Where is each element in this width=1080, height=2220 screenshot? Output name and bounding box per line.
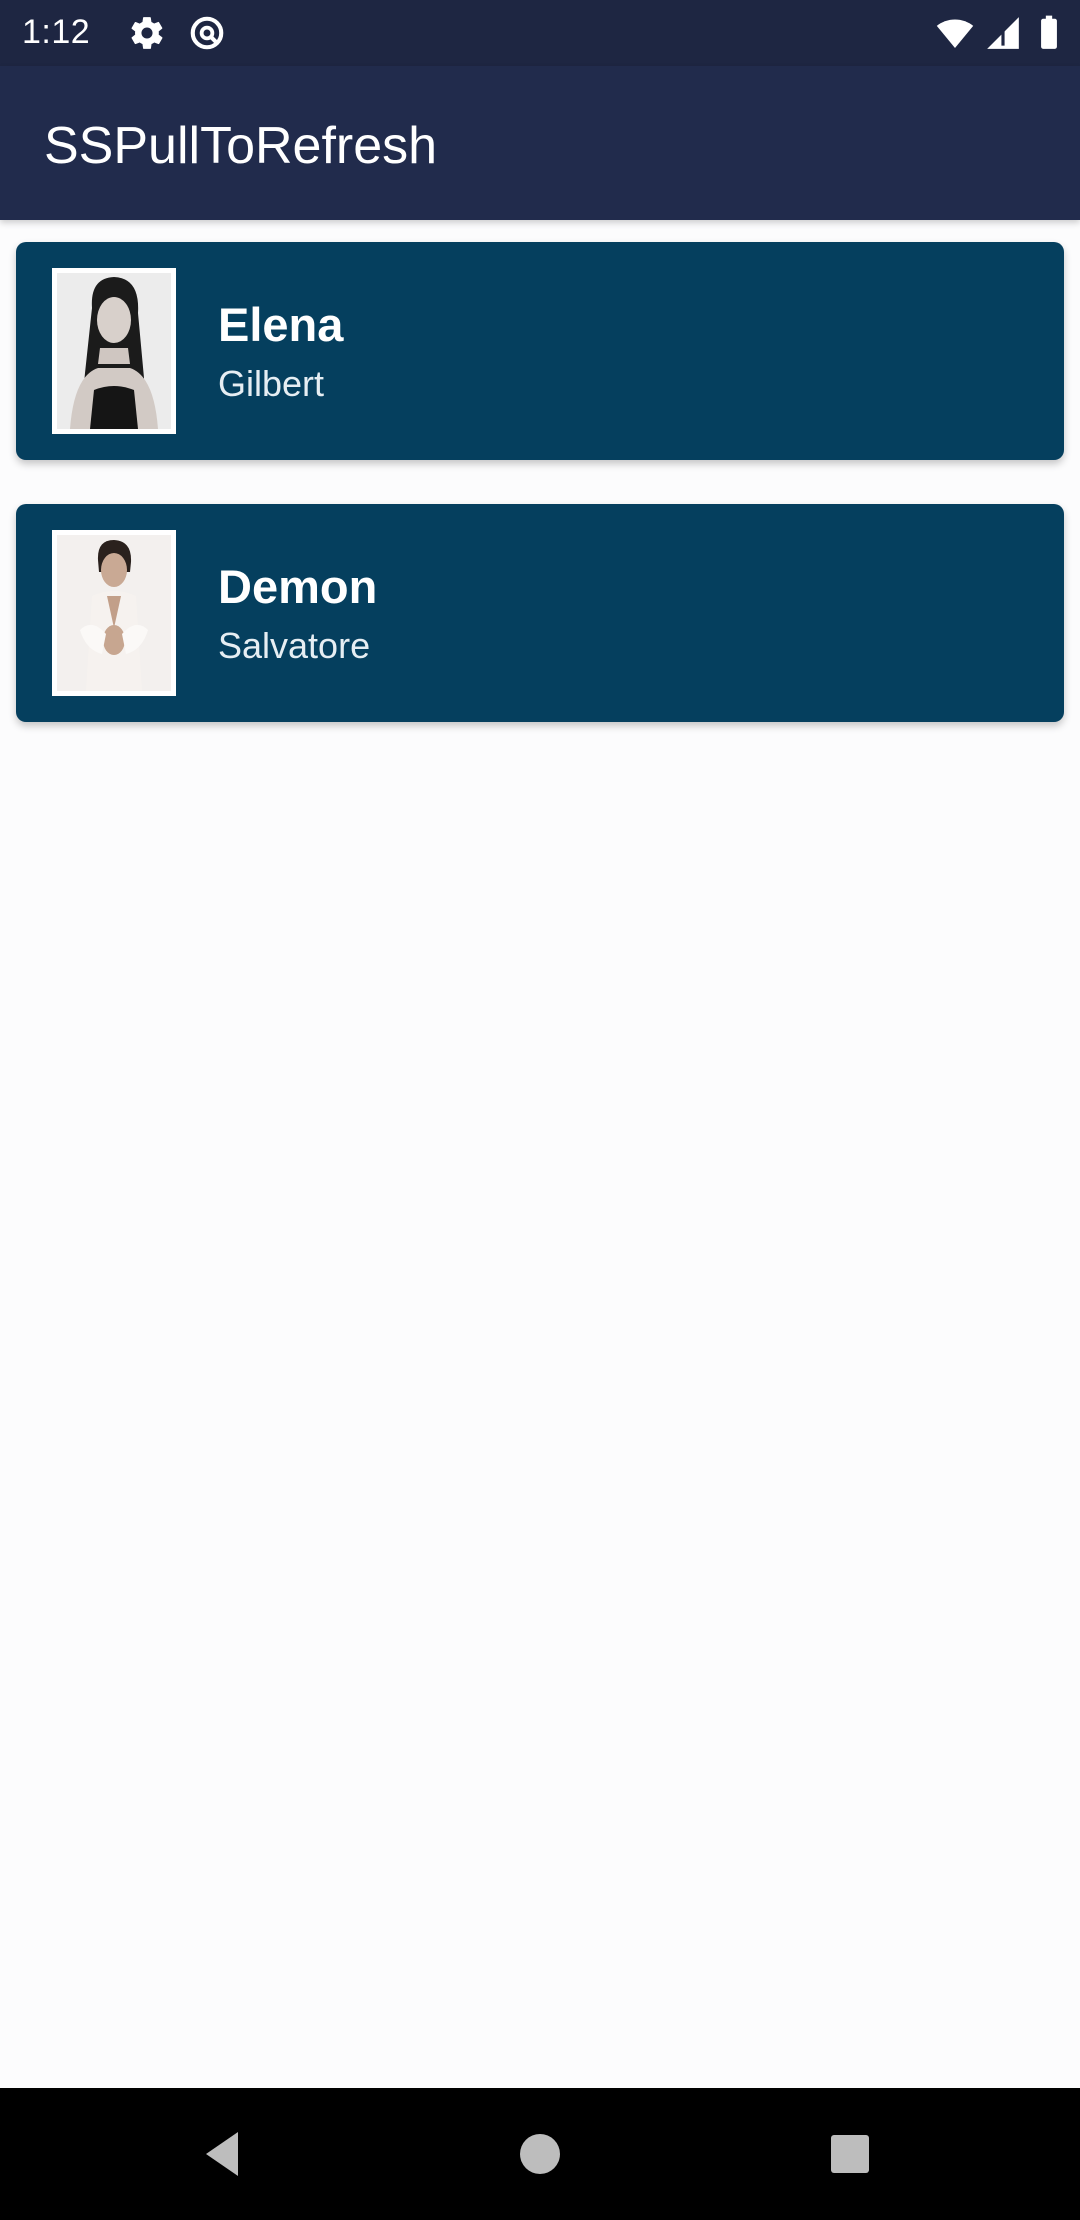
- sync-icon: [190, 16, 224, 50]
- avatar: [52, 530, 176, 696]
- app-bar: SSPullToRefresh: [0, 66, 1080, 220]
- status-bar: 1:12: [0, 0, 1080, 66]
- back-icon[interactable]: [198, 2126, 254, 2182]
- home-icon[interactable]: [512, 2126, 568, 2182]
- wifi-icon: [936, 19, 974, 49]
- list-item[interactable]: Demon Salvatore: [16, 504, 1064, 722]
- last-name: Salvatore: [218, 625, 371, 666]
- navigation-bar: [0, 2088, 1080, 2220]
- last-name: Gilbert: [218, 363, 325, 404]
- battery-icon: [1041, 15, 1057, 49]
- list-item[interactable]: Elena Gilbert: [16, 242, 1064, 460]
- first-name: Demon: [218, 560, 378, 613]
- avatar: [52, 268, 176, 434]
- status-time: 1:12: [22, 13, 91, 51]
- first-name: Elena: [218, 298, 344, 351]
- signal-icon: [987, 17, 1019, 49]
- recents-icon[interactable]: [822, 2126, 878, 2182]
- app-title: SSPullToRefresh: [44, 117, 438, 175]
- gear-icon: [131, 17, 163, 49]
